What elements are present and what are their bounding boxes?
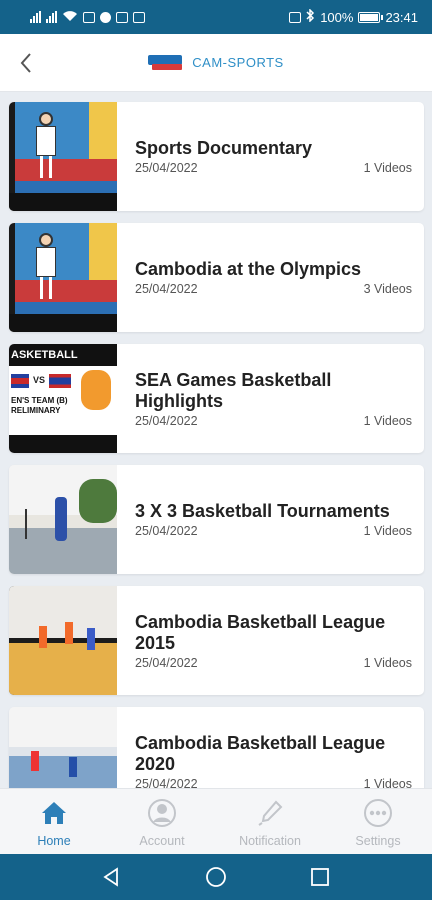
nav-settings[interactable]: Settings [324,789,432,854]
playlist-thumbnail [9,102,117,211]
playlist-info: Cambodia Basketball League 2015 25/04/20… [117,586,424,695]
playlist-date: 25/04/2022 [135,655,198,670]
sim-icon [83,11,95,23]
playlist-title: Sports Documentary [135,138,313,158]
playlist-date: 25/04/2022 [135,161,198,175]
bottom-navigation: Home Account Notification Settings [0,788,432,854]
system-back-button[interactable] [98,863,126,891]
recents-square-icon [311,868,329,886]
status-bar: 100% 23:41 [0,0,432,34]
battery-icon [358,11,384,23]
playlist-meta: 25/04/2022 1 Videos [135,656,412,670]
playlist-card-cbl-2015[interactable]: Cambodia Basketball League 2015 25/04/20… [9,586,424,695]
playlist-count: 1 Videos [363,413,412,428]
playlist-meta: 25/04/2022 1 Videos [135,161,412,175]
playlist-title: Cambodia Basketball League 2015 [135,611,386,653]
playlist-info: SEA Games Basketball Highlights 25/04/20… [117,344,424,453]
playlist-info: Sports Documentary 25/04/2022 1 Videos [117,102,424,211]
playlist-title: Cambodia Basketball League 2020 [135,732,386,774]
playlist-thumbnail [9,465,117,574]
playlist-title: Cambodia at the Olympics [135,259,362,279]
playlist-card-cambodia-olympics[interactable]: Cambodia at the Olympics 25/04/2022 3 Vi… [9,223,424,332]
playlist-info: Cambodia at the Olympics 25/04/2022 3 Vi… [117,223,424,332]
playlist-meta: 25/04/2022 1 Videos [135,524,412,538]
playlist-count: 1 Videos [363,655,412,670]
cambodia-flag-icon [11,374,29,388]
nav-notification-label: Notification [239,834,301,848]
system-recents-button[interactable] [306,863,334,891]
playlist-meta: 25/04/2022 1 Videos [135,414,412,428]
playlist-count: 3 Videos [363,282,412,296]
playlist-thumbnail [9,586,117,695]
cam-sports-logo [148,54,183,71]
playlist-card-3x3-basketball[interactable]: 3 X 3 Basketball Tournaments 25/04/2022 … [9,465,424,574]
playlist-title: 3 X 3 Basketball Tournaments [135,501,390,521]
bluetooth-icon [306,8,315,25]
playlist-thumbnail [9,707,117,788]
playlist-title: SEA Games Basketball Highlights [135,369,332,411]
home-icon [39,798,69,828]
status-icons-right: 100% 23:41 [289,8,418,25]
playlist-thumbnail: ASKETBALL VS EN'S TEAM (B) RELIMINARY [9,344,117,453]
thumbnail-vs-text: VS [33,375,46,385]
playlist-list[interactable]: Sports Documentary 25/04/2022 1 Videos C… [0,92,432,788]
nav-home[interactable]: Home [0,789,108,854]
playlist-info: 3 X 3 Basketball Tournaments 25/04/2022 … [117,465,424,574]
home-circle-icon [206,867,226,887]
playlist-date: 25/04/2022 [135,776,198,789]
mascot-icon [81,370,111,410]
playlist-date: 25/04/2022 [135,282,198,296]
playlist-count: 1 Videos [363,776,412,789]
app-icon [133,11,145,23]
account-icon [147,798,177,828]
playlist-thumbnail [9,223,117,332]
playlist-meta: 25/04/2022 1 Videos [135,777,412,789]
chevron-left-icon [20,53,31,73]
notification-icon [100,11,111,23]
battery-percent: 100% [320,9,354,25]
app-header: CAM-SPORTS [0,34,432,92]
nav-account[interactable]: Account [108,789,216,854]
playlist-count: 1 Videos [363,161,412,175]
playlist-card-sports-documentary[interactable]: Sports Documentary 25/04/2022 1 Videos [9,102,424,211]
signal-icon [46,11,57,23]
system-home-button[interactable] [202,863,230,891]
nav-settings-label: Settings [355,834,401,848]
laos-flag-icon [49,374,71,388]
brand: CAM-SPORTS [148,54,284,71]
clock: 23:41 [385,9,418,25]
thumbnail-banner-text: ASKETBALL [9,344,117,366]
nav-home-label: Home [37,834,71,848]
playlist-card-cbl-2020[interactable]: Cambodia Basketball League 2020 25/04/20… [9,707,424,788]
playlist-info: Cambodia Basketball League 2020 25/04/20… [117,707,424,789]
playlist-date: 25/04/2022 [135,413,198,428]
nav-account-label: Account [139,834,185,848]
back-triangle-icon [103,867,118,887]
system-navigation [0,854,432,900]
status-icons-left [30,10,145,25]
playlist-date: 25/04/2022 [135,524,198,538]
playlist-count: 1 Videos [363,524,412,538]
page-title: CAM-SPORTS [192,55,284,70]
nav-notification[interactable]: Notification [216,789,324,854]
app-icon [116,11,128,23]
wifi-icon [62,10,78,25]
playlist-card-sea-games[interactable]: ASKETBALL VS EN'S TEAM (B) RELIMINARY SE… [9,344,424,453]
playlist-meta: 25/04/2022 3 Videos [135,282,412,296]
back-button[interactable] [12,48,40,78]
settings-icon [363,798,393,828]
notification-icon [255,798,285,828]
signal-icon [30,11,41,23]
nfc-icon [289,11,302,23]
